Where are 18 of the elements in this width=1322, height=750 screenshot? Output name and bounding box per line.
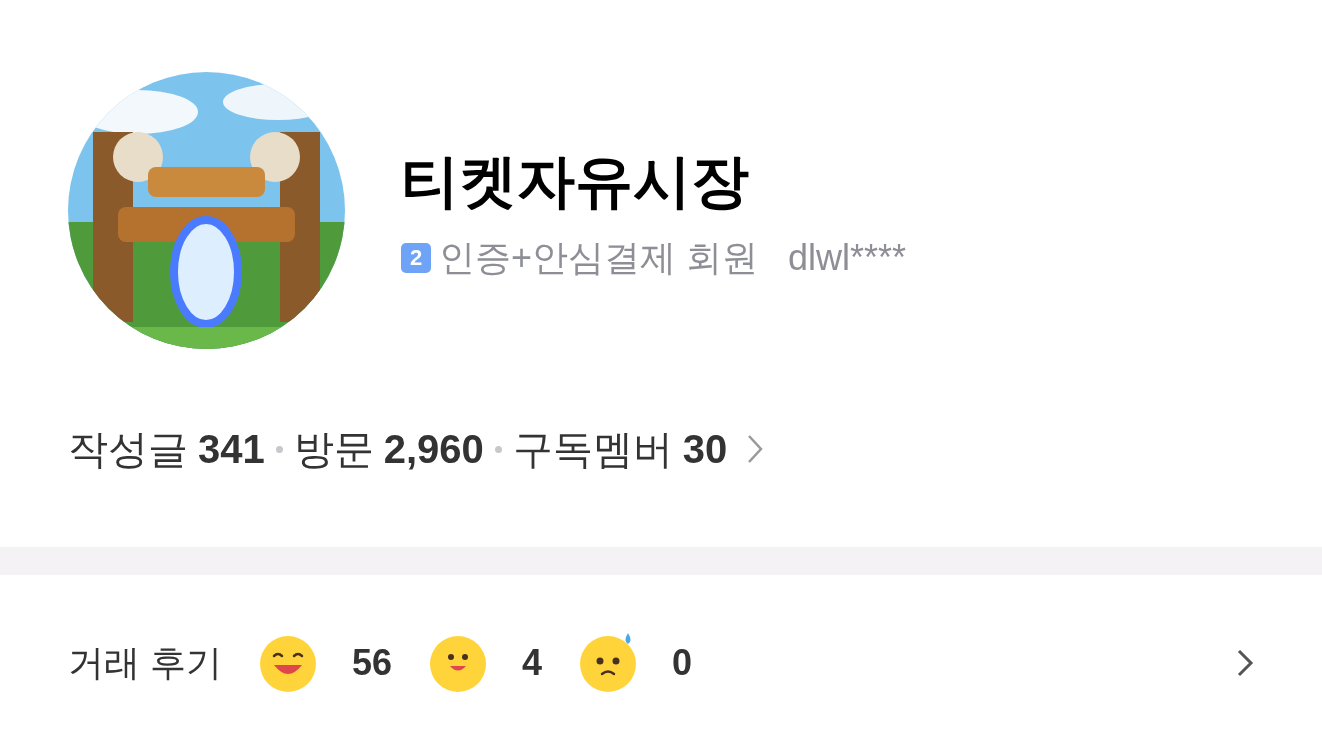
worried-face-icon — [578, 633, 639, 693]
smiling-face-icon — [428, 633, 489, 693]
member-type: 인증+안심결제 회원 — [439, 239, 759, 276]
reviews-label: 거래 후기 — [68, 641, 222, 685]
level-badge: 2 — [401, 242, 431, 273]
stat-value: 30 — [682, 426, 728, 473]
stat-label: 구독멤버 — [512, 426, 673, 473]
stat-label: 방문 — [293, 426, 374, 473]
stat-value: 2,960 — [383, 426, 484, 473]
stat-value: 341 — [198, 426, 265, 473]
review-count: 4 — [522, 641, 543, 685]
stat-label: 작성글 — [68, 426, 188, 473]
profile-name: 티켓자유시장 — [401, 151, 750, 210]
happy-face-icon — [258, 633, 318, 693]
review-count: 0 — [672, 641, 693, 685]
chevron-right-icon[interactable] — [1236, 648, 1254, 678]
user-id: dlwl**** — [788, 239, 907, 276]
review-count: 56 — [352, 641, 393, 685]
